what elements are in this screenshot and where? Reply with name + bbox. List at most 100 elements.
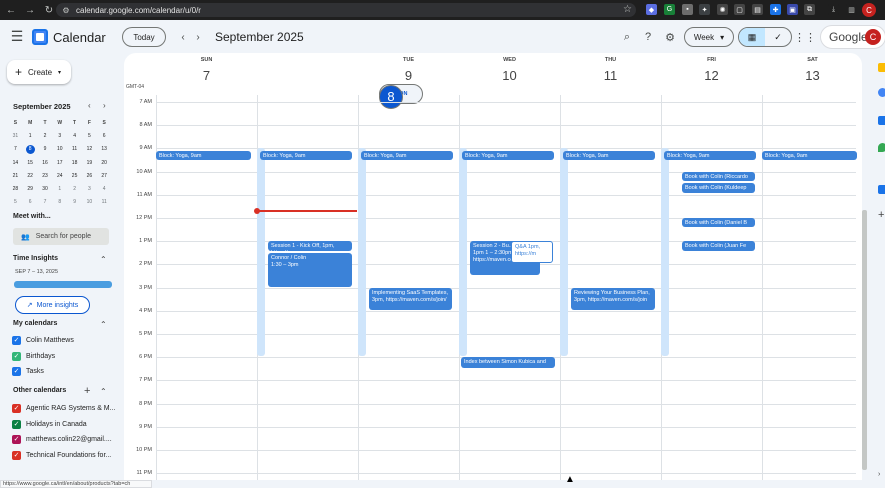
forward-icon[interactable]: → (22, 0, 38, 20)
calendar-item[interactable]: ✓ matthews.colin22@gmail.... (12, 435, 112, 444)
day-number[interactable]: 13 (801, 64, 825, 88)
search-icon[interactable]: ⌕ (619, 29, 635, 45)
yoga-block-event[interactable]: Block: Yoga, 9am (762, 150, 857, 161)
next-week-icon[interactable]: › (191, 29, 205, 45)
calendar-item[interactable]: ✓ Tasks (12, 367, 44, 376)
mini-day[interactable]: 14 (8, 160, 23, 166)
focus-block[interactable] (661, 148, 669, 357)
mini-day[interactable]: 15 (23, 160, 38, 166)
qa-event[interactable]: Q&A 1pm, https://m (511, 241, 553, 264)
mini-day[interactable]: 2 (38, 133, 53, 139)
mini-day[interactable]: 7 (8, 146, 23, 152)
mini-day[interactable]: 20 (97, 160, 112, 166)
mini-day[interactable]: 13 (97, 146, 112, 152)
booking-event[interactable]: Book with Colin (Riccardo (682, 171, 755, 182)
mini-day[interactable]: 3 (82, 186, 97, 192)
extension-blue-icon[interactable]: ✚ (770, 4, 781, 15)
calendar-checkbox[interactable]: ✓ (12, 450, 21, 460)
day-header[interactable]: FRI 12 (661, 57, 762, 88)
mini-day[interactable]: 18 (67, 160, 82, 166)
sidepanel-icon[interactable]: ▥ (846, 4, 857, 15)
prev-week-icon[interactable]: ‹ (176, 29, 190, 45)
mini-day[interactable]: 12 (82, 146, 97, 152)
mini-day[interactable]: 1 (52, 186, 67, 192)
get-addons-icon[interactable]: + (878, 210, 885, 221)
browser-profile-avatar[interactable]: C (862, 3, 876, 17)
index-event[interactable]: Index between Simon Kubica and (461, 357, 555, 368)
extension-settings-icon[interactable]: ✺ (717, 4, 728, 15)
extension-grammar-icon[interactable]: G (664, 4, 675, 15)
calendar-checkbox[interactable]: ✓ (12, 404, 21, 413)
main-menu-icon[interactable]: ☰ (9, 27, 25, 45)
mini-day[interactable]: 11 (67, 146, 82, 152)
focus-block[interactable] (560, 148, 568, 357)
calendar-view-icon[interactable]: ▦ (739, 28, 765, 46)
mini-day-selected[interactable]: 8 (25, 144, 35, 154)
other-calendars-heading[interactable]: Other calendars (13, 387, 66, 394)
day-number[interactable]: 11 (599, 64, 623, 88)
mini-day[interactable]: 5 (8, 199, 23, 205)
mini-day[interactable]: 27 (97, 173, 112, 179)
focus-block[interactable] (257, 148, 265, 357)
mini-day[interactable]: 25 (67, 173, 82, 179)
calendar-checkbox[interactable]: ✓ (12, 336, 21, 345)
tasks-view-icon[interactable]: ✓ (765, 28, 791, 46)
extensions-puzzle-icon[interactable]: ⧉ (804, 4, 815, 15)
focus-block[interactable] (358, 148, 366, 357)
yoga-block-event[interactable]: Block: Yoga, 9am (260, 150, 352, 161)
time-insights-heading[interactable]: Time Insights (13, 255, 58, 262)
back-icon[interactable]: ← (3, 0, 19, 20)
app-title[interactable]: Calendar (53, 30, 106, 45)
day-number[interactable]: 10 (498, 64, 522, 88)
mini-day[interactable]: 26 (82, 173, 97, 179)
mini-next-icon[interactable]: › (103, 101, 106, 110)
connor-colin-event[interactable]: Connor / Colin 1:30 – 3pm (268, 252, 352, 287)
day-header[interactable]: WED 10 (459, 57, 560, 88)
mini-day[interactable]: 17 (52, 160, 67, 166)
settings-gear-icon[interactable]: ⚙ (662, 29, 678, 45)
calendar-checkbox[interactable]: ✓ (12, 351, 21, 361)
mini-day[interactable]: 3 (52, 133, 67, 139)
apps-grid-icon[interactable]: ⋮⋮ (794, 29, 816, 45)
calendar-checkbox[interactable]: ✓ (12, 419, 21, 429)
view-selector[interactable]: Week ▾ (684, 27, 734, 47)
mini-day[interactable]: 10 (52, 146, 67, 152)
mini-day[interactable]: 8 (52, 199, 67, 205)
calendar-checkbox[interactable]: ✓ (12, 435, 21, 444)
booking-event[interactable]: Book with Colin (Daniel B (682, 218, 755, 228)
site-info-icon[interactable]: ⚙ (60, 4, 72, 16)
mini-day[interactable]: 1 (23, 133, 38, 139)
collapse-insights-icon[interactable]: ⌃ (100, 255, 107, 264)
grid-scrollbar[interactable] (862, 210, 867, 470)
collapse-other-calendars-icon[interactable]: ⌃ (100, 387, 107, 396)
yoga-block-event[interactable]: Block: Yoga, 9am (361, 150, 453, 161)
yoga-block-event[interactable]: Block: Yoga, 9am (156, 150, 251, 161)
day-header[interactable]: SUN 7 (156, 57, 257, 88)
help-icon[interactable]: ? (640, 29, 656, 45)
zoom-icon[interactable] (878, 185, 885, 194)
my-calendars-heading[interactable]: My calendars (13, 320, 57, 327)
yoga-block-event[interactable]: Block: Yoga, 9am (462, 150, 554, 161)
collapse-my-calendars-icon[interactable]: ⌃ (100, 320, 107, 329)
mini-day[interactable]: 7 (38, 199, 53, 205)
mini-day[interactable]: 9 (67, 199, 82, 205)
maps-icon[interactable] (878, 143, 885, 152)
mini-day[interactable]: 5 (82, 133, 97, 139)
mini-day[interactable]: 19 (82, 160, 97, 166)
mini-day[interactable]: 8 (23, 144, 38, 154)
day-header[interactable]: TUE 9 (358, 57, 459, 88)
day-number[interactable]: 9 (397, 64, 421, 88)
create-button[interactable]: + Create ▾ (7, 60, 71, 84)
day-number[interactable]: 7 (195, 64, 219, 88)
extension-screen-icon[interactable]: ▢ (734, 4, 745, 15)
today-button[interactable]: Today (122, 27, 166, 47)
mini-day[interactable]: 31 (8, 133, 23, 139)
mini-day[interactable]: 4 (67, 133, 82, 139)
day-number[interactable]: 12 (700, 64, 724, 88)
mini-day[interactable]: 28 (8, 186, 23, 192)
calendar-logo-icon[interactable] (32, 29, 48, 45)
yoga-block-event[interactable]: Block: Yoga, 9am (563, 150, 655, 161)
mini-day[interactable]: 4 (97, 186, 112, 192)
time-grid[interactable]: 7 AM 8 AM 9 AM 10 AM 11 AM 12 PM 1 PM 2 PM 3 PM 4… (136, 95, 857, 480)
extension-indigo-icon[interactable]: ▣ (787, 4, 798, 15)
